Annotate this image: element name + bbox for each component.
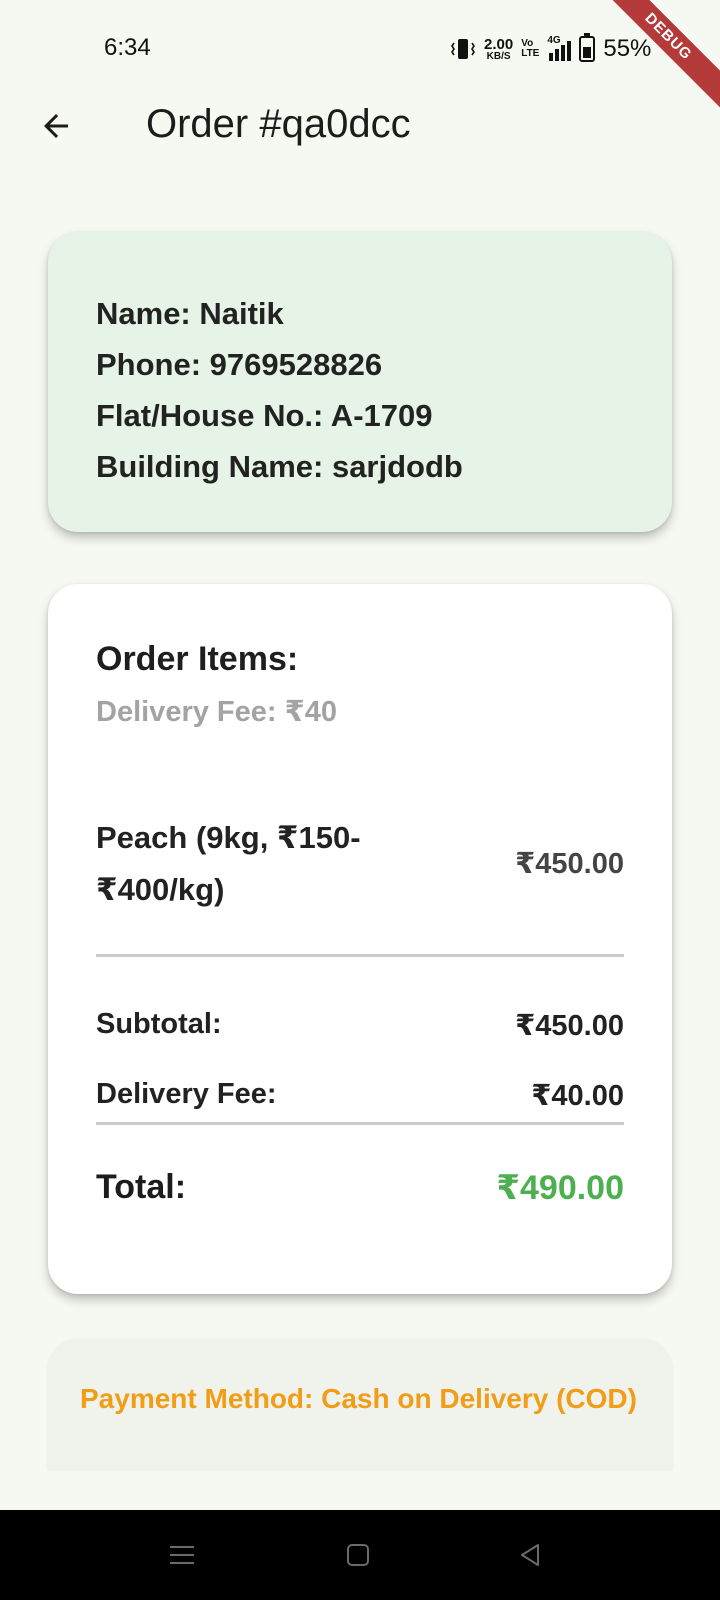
status-time: 6:34 <box>104 34 151 61</box>
subtotal-label: Subtotal: <box>96 1008 222 1040</box>
battery-fill <box>583 47 592 58</box>
vibrate-icon <box>450 37 476 61</box>
subtotal-value: ₹450.00 <box>515 1010 624 1042</box>
battery-icon <box>579 33 596 62</box>
network-speed: 2.00 KB/S <box>484 37 513 62</box>
status-icons: 2.00 KB/S Vo LTE 4G 55% <box>450 33 652 64</box>
payment-method: Payment Method: Cash on Delivery (COD) <box>80 1383 637 1414</box>
customer-phone: Phone: 9769528826 <box>96 347 383 382</box>
battery-percent: 55% <box>603 35 652 62</box>
customer-flat: Flat/House No.: A-1709 <box>96 398 433 433</box>
signal-icon: 4G <box>547 35 572 61</box>
order-item-name: Peach (9kg, ₹150-₹400/kg) <box>96 820 361 907</box>
customer-info-card: Name: Naitik Phone: 9769528826 Flat/Hous… <box>48 232 672 532</box>
app-bar: Order #qa0dcc <box>0 92 720 162</box>
payment-method-card: Payment Method: Cash on Delivery (COD) <box>48 1340 672 1470</box>
back-button[interactable] <box>28 98 84 154</box>
back-nav-button[interactable] <box>500 1530 560 1580</box>
order-item-price: ₹450.00 <box>515 848 624 880</box>
menu-button[interactable] <box>152 1530 212 1580</box>
delivery-fee-note: Delivery Fee: ₹40 <box>96 696 338 728</box>
home-button[interactable] <box>328 1530 388 1580</box>
customer-building: Building Name: sarjdodb <box>96 449 463 484</box>
menu-icon <box>170 1546 194 1564</box>
total-value: ₹490.00 <box>496 1169 624 1207</box>
delivery-fee-value: ₹40.00 <box>531 1080 624 1112</box>
divider <box>96 1122 624 1125</box>
navigation-bar <box>0 1510 720 1600</box>
home-icon <box>347 1544 369 1566</box>
network-speed-value: 2.00 <box>484 35 514 53</box>
customer-name: Name: Naitik <box>96 296 284 331</box>
total-label: Total: <box>96 1168 187 1206</box>
arrow-left-icon <box>44 114 68 138</box>
page-title: Order #qa0dcc <box>146 102 411 146</box>
status-bar: 6:34 2.00 KB/S Vo LTE 4G 55% <box>0 0 720 90</box>
order-items-title: Order Items: <box>96 640 299 678</box>
volte-indicator: Vo LTE <box>521 39 539 59</box>
network-speed-unit: KB/S <box>486 50 511 62</box>
network-type: 4G <box>547 35 561 46</box>
volte-bottom: LTE <box>521 48 540 59</box>
delivery-fee-label: Delivery Fee: <box>96 1078 277 1110</box>
divider <box>96 954 624 957</box>
back-triangle-icon <box>521 1544 539 1566</box>
order-items-card: Order Items: Delivery Fee: ₹40 Peach (9k… <box>48 584 672 1294</box>
